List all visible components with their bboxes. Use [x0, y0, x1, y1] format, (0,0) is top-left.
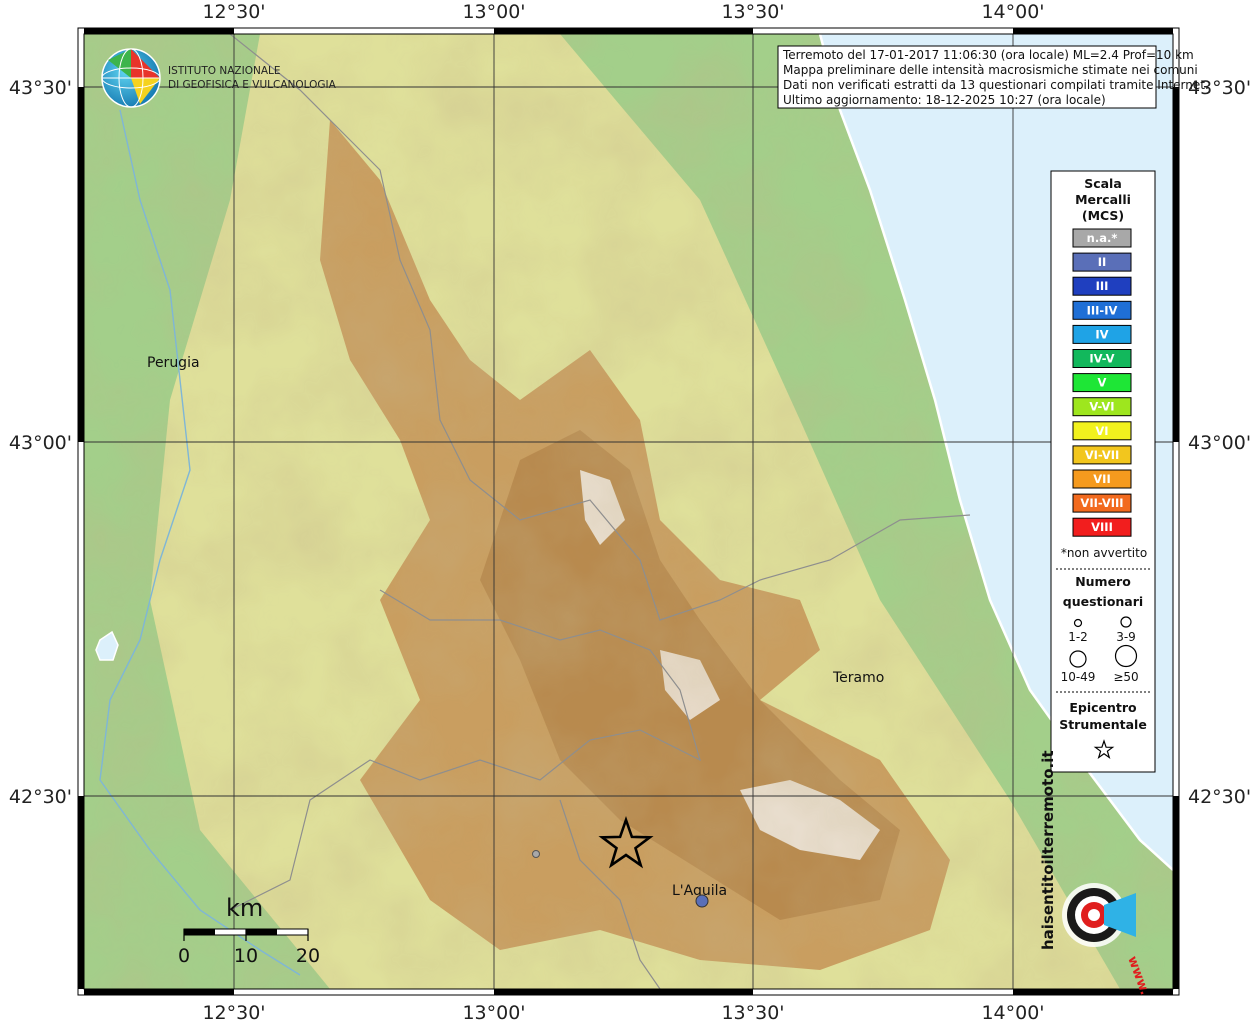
info-line-1: Terremoto del 17-01-2017 11:06:30 (ora l… — [782, 48, 1194, 62]
info-line-3: Dati non verificati estratti da 13 quest… — [783, 78, 1209, 92]
lat-tick-right-2: 43°00' — [1188, 432, 1251, 454]
legend-count-title-1: Numero — [1075, 574, 1131, 589]
count-label-4: ≥50 — [1113, 670, 1138, 684]
lon-tick-bottom-2: 13°00' — [462, 1002, 525, 1024]
lon-tick-top-4: 14°00' — [981, 1, 1044, 23]
event-info-box: Terremoto del 17-01-2017 11:06:30 (ora l… — [777, 45, 1209, 109]
lon-tick-bottom-3: 13°30' — [721, 1002, 784, 1024]
city-label-perugia: Perugia — [147, 355, 200, 371]
legend-title-1: Scala — [1084, 176, 1122, 191]
lat-tick-left-2: 43°00' — [9, 432, 72, 454]
legend-label-11: VII-VIII — [1080, 496, 1123, 510]
legend-label-0: n.a.* — [1087, 231, 1118, 245]
legend-title-3: (MCS) — [1082, 208, 1124, 223]
brand-text: haisentitoilterremoto.it — [1039, 750, 1057, 950]
legend-label-5: IV-V — [1089, 352, 1114, 366]
legend-title-2: Mercalli — [1075, 192, 1131, 207]
legend-epi-2: Strumentale — [1059, 717, 1147, 732]
scale-label-10: 10 — [234, 945, 258, 967]
lon-tick-top-3: 13°30' — [721, 1, 784, 23]
scale-label-20: 20 — [296, 945, 320, 967]
legend-label-1: II — [1098, 255, 1107, 269]
legend-label-7: V-VI — [1089, 400, 1114, 414]
macroseismic-map: Perugia Teramo L'Aquila km 0 10 20 12°30… — [9, 1, 1251, 1024]
count-label-2: 3-9 — [1116, 630, 1136, 644]
legend-count-title-2: questionari — [1063, 594, 1143, 609]
lon-tick-top-2: 13°00' — [462, 1, 525, 23]
city-label-teramo: Teramo — [832, 670, 884, 686]
legend-label-9: VI-VII — [1085, 448, 1120, 462]
intensity-marker-ii[interactable] — [695, 894, 709, 908]
legend-label-8: VI — [1095, 424, 1108, 438]
lat-tick-right-3: 42°30' — [1188, 786, 1251, 808]
legend-epi-1: Epicentro — [1069, 700, 1137, 715]
legend: Scala Mercalli (MCS) n.a.*IIIIIIII-IVIVI… — [1050, 170, 1156, 773]
info-line-4: Ultimo aggiornamento: 18-12-2025 10:27 (… — [783, 93, 1106, 107]
count-label-3: 10-49 — [1061, 670, 1096, 684]
legend-not-felt: *non avvertito — [1061, 546, 1147, 560]
lon-tick-bottom-1: 12°30' — [202, 1002, 265, 1024]
legend-label-6: V — [1098, 376, 1107, 390]
legend-label-10: VII — [1093, 472, 1110, 486]
intensity-marker-na[interactable] — [532, 850, 540, 858]
legend-label-4: IV — [1095, 327, 1108, 341]
logo-line-2: DI GEOFISICA E VULCANOLOGIA — [168, 79, 337, 91]
info-line-2: Mappa preliminare delle intensità macros… — [783, 63, 1198, 77]
ingv-globe-icon — [101, 48, 161, 108]
map-frame: Perugia Teramo L'Aquila km 0 10 20 — [84, 34, 1173, 989]
lat-tick-left-1: 43°30' — [9, 77, 72, 99]
legend-label-3: III-IV — [1087, 303, 1118, 317]
lon-tick-top-1: 12°30' — [202, 1, 265, 23]
lon-tick-bottom-4: 14°00' — [981, 1002, 1044, 1024]
logo-line-1: ISTITUTO NAZIONALE — [168, 65, 281, 77]
scale-label-0: 0 — [178, 945, 190, 967]
count-label-1: 1-2 — [1068, 630, 1088, 644]
lat-tick-left-3: 42°30' — [9, 786, 72, 808]
scale-unit: km — [226, 894, 263, 922]
legend-label-2: III — [1096, 279, 1109, 293]
legend-label-12: VIII — [1091, 520, 1113, 534]
